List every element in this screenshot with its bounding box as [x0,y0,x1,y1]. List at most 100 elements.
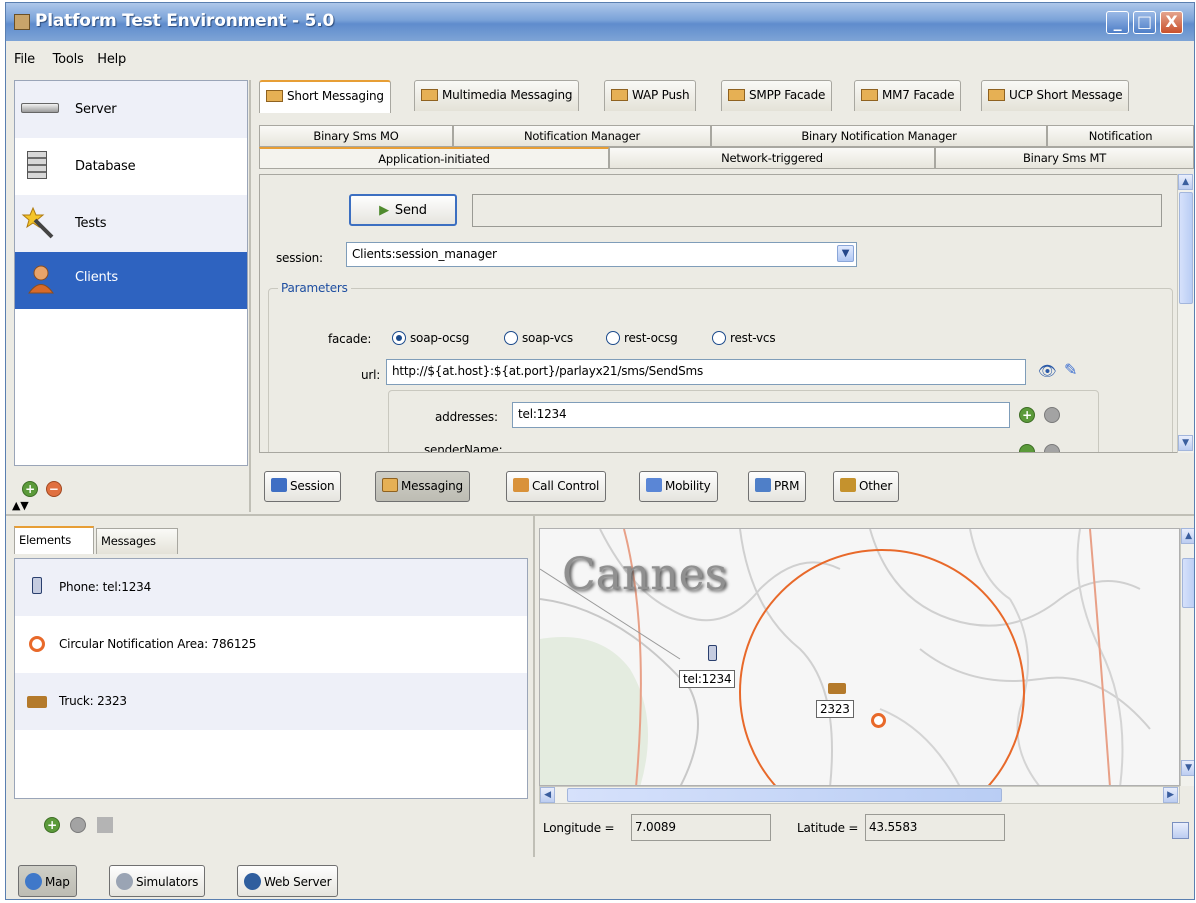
list-item[interactable]: Truck: 2323 [15,673,527,730]
server-icon [21,103,59,113]
minimize-button[interactable]: _ [1106,11,1129,34]
sidebar-item-database[interactable]: Database [15,138,247,195]
menu-help[interactable]: Help [97,52,126,67]
tab-notification[interactable]: Notification [1047,125,1194,147]
tab-binary-notification-manager[interactable]: Binary Notification Manager [711,125,1047,147]
addresses-input[interactable]: tel:1234 [512,402,1010,428]
magic-wand-icon [21,206,54,239]
menu-tools[interactable]: Tools [53,52,84,67]
tab-binary-sms-mt[interactable]: Binary Sms MT [935,147,1194,169]
sendername-label: senderName: [424,443,503,453]
tab-multimedia-messaging[interactable]: Multimedia Messaging [414,80,580,111]
remove-address-button[interactable] [1044,407,1060,423]
chevron-down-icon[interactable]: ▼ [837,245,854,262]
maximize-button[interactable]: □ [1133,11,1156,34]
category-messaging-button[interactable]: Messaging [375,471,470,502]
title-bar: Platform Test Environment - 5.0 _ □ X [6,3,1194,41]
tab-application-initiated[interactable]: Application-initiated [259,147,609,169]
facade-radio-soap-vcs[interactable]: soap-vcs [504,331,573,345]
facade-radio-soap-ocsg[interactable]: soap-ocsg [392,331,469,345]
send-button[interactable]: ▶ Send [349,194,457,226]
tab-map[interactable]: Map [18,865,77,897]
notification-area-marker-icon[interactable] [871,713,886,728]
tab-binary-sms-mo[interactable]: Binary Sms MO [259,125,453,147]
category-other-button[interactable]: Other [833,471,900,502]
session-label: session: [276,251,323,265]
tab-messages[interactable]: Messages [96,528,178,554]
plug-icon[interactable]: ✎ [1064,360,1077,379]
scroll-thumb[interactable] [1182,558,1194,608]
scroll-thumb[interactable] [567,788,1002,802]
scroll-left-icon[interactable]: ◀ [540,787,555,803]
facade-radio-rest-vcs[interactable]: rest-vcs [712,331,776,345]
splitter-arrows[interactable]: ▲▼ [12,499,29,512]
menu-file[interactable]: File [14,52,35,67]
remove-sendername-button[interactable] [1044,444,1060,452]
tab-ucp-short-message[interactable]: UCP Short Message [981,80,1130,111]
remove-element-button[interactable] [69,817,86,833]
category-mobility-button[interactable]: Mobility [639,471,718,502]
tab-wap-push[interactable]: WAP Push [604,80,697,111]
url-input[interactable]: http://${at.host}:${at.port}/parlayx21/s… [386,359,1026,385]
latitude-field: 43.5583 [865,814,1005,841]
coordinates-bar: Longitude = 7.0089 Latitude = 43.5583 [539,808,1194,850]
longitude-field: 7.0089 [631,814,771,841]
send-status-field [472,194,1162,227]
sidebar-item-clients[interactable]: Clients [15,252,247,309]
sidebar-item-server[interactable]: Server [15,81,247,138]
tab-web-server[interactable]: Web Server [237,865,339,897]
scroll-down-icon[interactable]: ▼ [1178,435,1193,451]
envelope-icon [611,89,628,101]
map-view[interactable]: Cannes tel:1234 2323 [539,528,1180,786]
eye-icon[interactable]: 👁 [1038,362,1057,380]
add-client-button[interactable]: + [22,481,38,497]
url-label: url: [361,368,381,382]
envelope-icon [861,89,878,101]
prm-icon [755,478,771,492]
scroll-thumb[interactable] [1179,192,1193,304]
map-horizontal-scrollbar[interactable]: ◀ ▶ [539,786,1180,804]
facade-radio-rest-ocsg[interactable]: rest-ocsg [606,331,678,345]
map-vertical-scrollbar[interactable]: ▲ ▼ [1180,528,1194,786]
category-prm-button[interactable]: PRM [748,471,807,502]
play-icon: ▶ [379,203,389,218]
remove-client-button[interactable]: − [45,481,62,497]
phone-marker-icon[interactable] [708,645,717,661]
form-scrollbar[interactable]: ▲ ▼ [1177,174,1194,453]
facade-label: facade: [328,332,372,346]
tab-simulators[interactable]: Simulators [109,865,206,897]
add-sendername-button[interactable] [1019,444,1035,452]
splitter-horizontal[interactable] [6,514,1194,516]
elements-controls: + [44,817,114,833]
globe-icon [25,873,42,890]
tab-notification-manager[interactable]: Notification Manager [453,125,711,147]
mobility-icon [646,478,662,492]
sidebar-item-tests[interactable]: Tests [15,195,247,252]
truck-marker-icon[interactable] [828,683,846,694]
tab-short-messaging[interactable]: Short Messaging [259,80,391,113]
tab-elements[interactable]: Elements [14,526,94,554]
tab-mm7-facade[interactable]: MM7 Facade [854,80,962,111]
list-item[interactable]: Circular Notification Area: 786125 [15,616,527,673]
add-element-button[interactable]: + [44,817,60,833]
tab-network-triggered[interactable]: Network-triggered [609,147,935,169]
splitter-map[interactable] [533,516,535,857]
add-address-button[interactable]: + [1019,407,1035,423]
parameters-title: Parameters [278,281,351,295]
edit-element-icon[interactable] [97,817,114,833]
envelope-icon [988,89,1005,101]
envelope-icon [728,89,745,101]
minimize-icon: _ [1113,12,1122,31]
category-call-control-button[interactable]: Call Control [506,471,607,502]
map-settings-icon[interactable] [1172,822,1189,839]
scroll-down-icon[interactable]: ▼ [1181,760,1194,776]
session-select[interactable]: Clients:session_manager ▼ [346,242,857,267]
scroll-up-icon[interactable]: ▲ [1181,528,1194,544]
tab-smpp-facade[interactable]: SMPP Facade [721,80,833,111]
scroll-right-icon[interactable]: ▶ [1163,787,1178,803]
close-button[interactable]: X [1160,11,1183,34]
category-session-button[interactable]: Session [264,471,342,502]
scroll-up-icon[interactable]: ▲ [1178,174,1193,190]
phone-marker-label: tel:1234 [679,670,736,688]
list-item[interactable]: Phone: tel:1234 [15,559,527,616]
